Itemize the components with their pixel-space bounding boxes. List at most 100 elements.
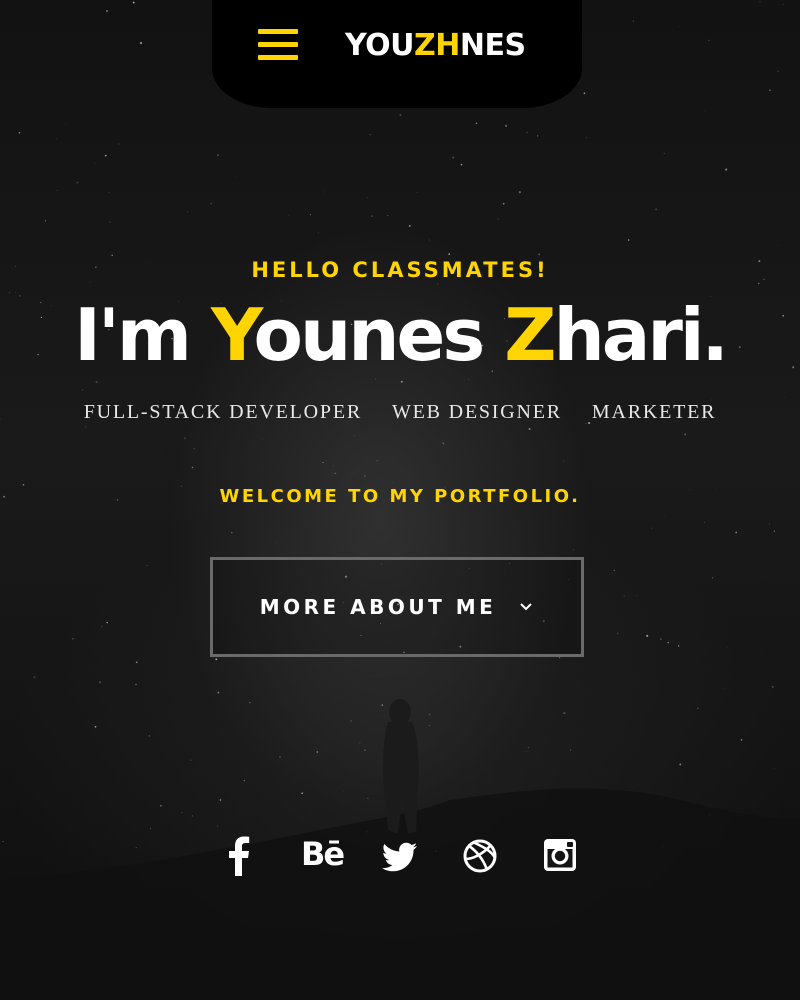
star — [134, 31, 136, 33]
star — [697, 707, 699, 709]
star — [538, 253, 541, 256]
star — [679, 763, 682, 766]
star — [61, 757, 62, 758]
star — [563, 712, 566, 715]
star — [708, 814, 711, 816]
star — [231, 532, 233, 534]
star — [216, 825, 219, 827]
star — [428, 725, 430, 727]
logo-part-1: YOU — [345, 28, 415, 63]
star — [190, 759, 192, 761]
star — [525, 751, 527, 752]
logo-part-3: NES — [459, 28, 526, 63]
star — [197, 648, 198, 650]
star — [518, 191, 521, 194]
twitter-icon[interactable] — [381, 832, 419, 878]
star — [369, 134, 371, 136]
star — [364, 749, 366, 751]
star — [650, 527, 653, 529]
star — [187, 211, 189, 213]
star — [442, 442, 445, 445]
star — [387, 214, 389, 217]
star — [460, 163, 463, 166]
star — [310, 214, 311, 216]
star — [275, 541, 277, 543]
star — [146, 565, 148, 566]
star — [400, 380, 403, 383]
star — [774, 767, 775, 769]
star — [234, 105, 235, 107]
star — [528, 427, 531, 431]
star — [704, 110, 705, 112]
star — [148, 735, 150, 737]
star — [740, 739, 743, 741]
star — [768, 523, 770, 525]
dribbble-icon[interactable] — [461, 832, 499, 878]
star — [108, 191, 110, 194]
role-item: FULL-STACK DEVELOPER — [83, 401, 362, 423]
star — [448, 253, 451, 256]
star — [183, 437, 187, 440]
star — [99, 681, 102, 684]
star — [262, 438, 263, 440]
star — [56, 138, 57, 140]
star — [570, 749, 572, 751]
star — [124, 514, 125, 515]
star — [725, 168, 728, 171]
star — [769, 89, 771, 91]
star — [81, 389, 84, 391]
star — [217, 154, 219, 157]
star — [627, 239, 630, 241]
greeting-text: HELLO CLASSMATES! — [251, 258, 549, 282]
star — [287, 215, 289, 216]
site-logo[interactable]: YOUZHNES — [345, 26, 526, 66]
behance-text: Bē — [301, 835, 345, 873]
star — [573, 549, 575, 551]
star — [677, 645, 680, 647]
star — [616, 632, 619, 635]
star — [359, 742, 361, 744]
headline-prefix: I'm — [74, 293, 212, 377]
star — [671, 819, 673, 821]
star — [118, 143, 120, 145]
star — [777, 245, 779, 246]
star — [106, 10, 108, 12]
star — [779, 152, 781, 154]
star — [660, 638, 662, 640]
star — [316, 751, 319, 753]
star — [76, 181, 79, 184]
star — [704, 522, 706, 523]
star — [667, 641, 670, 644]
more-about-me-label: MORE ABOUT ME — [259, 595, 497, 619]
star — [428, 239, 431, 241]
star — [712, 577, 714, 579]
role-item: MARKETER — [591, 401, 717, 423]
star — [323, 191, 325, 193]
star — [363, 474, 367, 477]
star — [191, 815, 193, 817]
star — [279, 756, 281, 758]
star — [56, 190, 58, 192]
chevron-down-icon — [520, 603, 532, 611]
logo-part-2: ZH — [414, 28, 460, 63]
star — [708, 39, 710, 42]
behance-icon[interactable]: Bē — [301, 832, 345, 878]
star — [782, 4, 784, 5]
star — [215, 658, 218, 661]
star — [416, 191, 418, 193]
star — [777, 70, 779, 73]
more-about-me-button[interactable]: MORE ABOUT ME — [210, 557, 584, 657]
facebook-icon[interactable] — [221, 832, 259, 878]
star — [684, 433, 687, 436]
star — [558, 657, 561, 659]
hamburger-menu-icon[interactable] — [258, 27, 300, 63]
star — [475, 122, 478, 125]
star — [497, 218, 499, 220]
star — [210, 202, 213, 205]
star — [135, 683, 137, 686]
instagram-icon[interactable] — [541, 832, 579, 878]
star — [139, 42, 143, 45]
star — [376, 459, 378, 462]
star — [727, 647, 728, 649]
headline-last-initial: Z — [504, 293, 556, 377]
